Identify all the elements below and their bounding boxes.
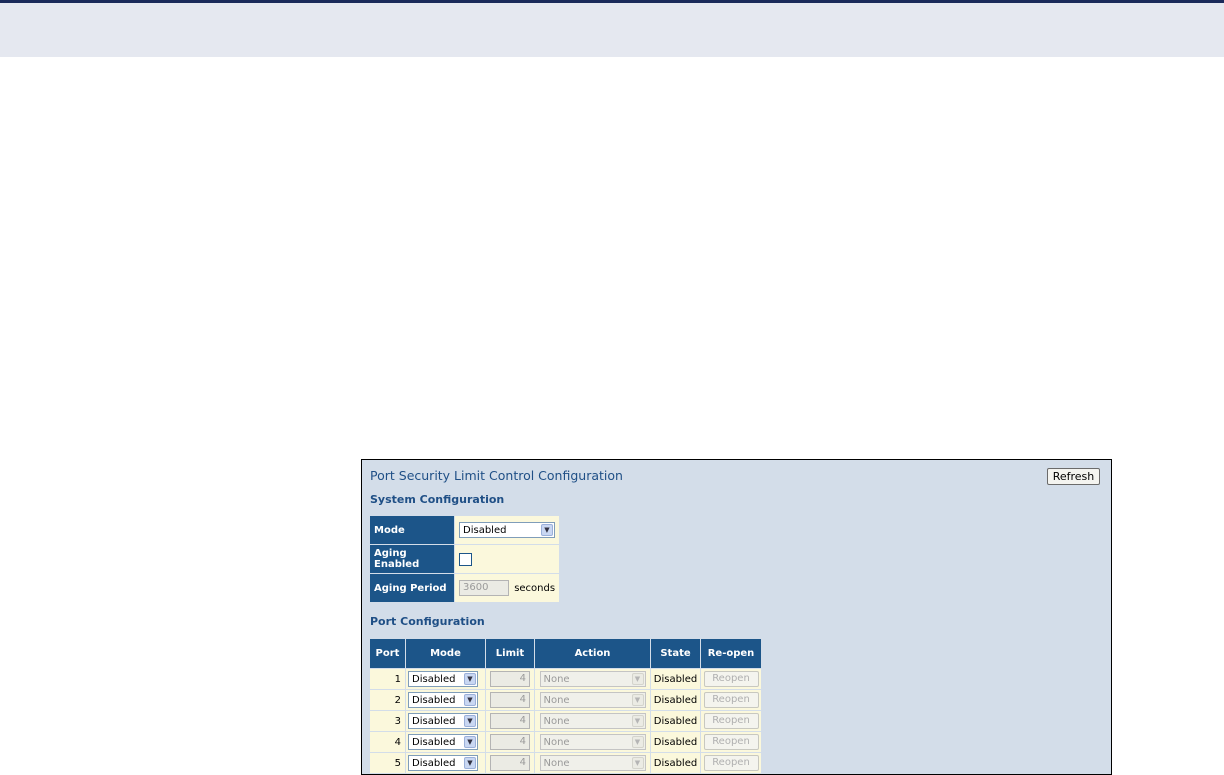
reopen-button[interactable]: Reopen [703,734,759,750]
reopen-button[interactable]: Reopen [703,755,759,771]
port-mode-value: Disabled [412,673,456,685]
col-port: Port [370,639,405,668]
port-config-table: Port Mode Limit Action State Re-open 1 D… [369,638,762,774]
port-config-heading: Port Configuration [370,615,485,628]
chevron-down-icon: ▼ [631,715,644,727]
page-title: Port Security Limit Control Configuratio… [370,468,623,483]
col-reopen: Re-open [701,639,761,668]
system-mode-select[interactable]: Disabled ▼ [459,522,555,538]
port-state: Disabled [651,711,700,731]
port-number: 4 [370,732,405,752]
config-panel: Port Security Limit Control Configuratio… [361,459,1112,775]
port-mode-value: Disabled [412,715,456,727]
port-number: 5 [370,753,405,773]
port-mode-select[interactable]: Disabled ▼ [408,692,478,708]
refresh-button[interactable]: Refresh [1047,468,1100,485]
chevron-down-icon: ▼ [631,757,644,769]
port-limit-input[interactable]: 4 [490,692,530,708]
port-limit-input[interactable]: 4 [490,671,530,687]
aging-period-label: Aging Period [370,574,454,602]
reopen-button[interactable]: Reopen [703,692,759,708]
port-state: Disabled [651,669,700,689]
aging-period-unit: seconds [514,583,556,594]
table-row: 3 Disabled ▼ 4 None ▼ Disabled Reopen [370,711,761,731]
port-action-value: None [543,673,570,685]
col-action: Action [535,639,650,668]
table-row: 5 Disabled ▼ 4 None ▼ Disabled Reopen [370,753,761,773]
aging-period-input[interactable]: 3600 [459,580,509,596]
reopen-button[interactable]: Reopen [703,671,759,687]
table-row: 1 Disabled ▼ 4 None ▼ Disabled Reopen [370,669,761,689]
chevron-down-icon: ▼ [464,673,476,685]
port-state: Disabled [651,732,700,752]
port-mode-value: Disabled [412,694,456,706]
port-action-select[interactable]: None ▼ [539,671,646,687]
col-limit: Limit [486,639,534,668]
port-mode-select[interactable]: Disabled ▼ [408,671,478,687]
col-mode: Mode [406,639,485,668]
port-mode-select[interactable]: Disabled ▼ [408,755,478,771]
port-action-select[interactable]: None ▼ [539,755,646,771]
port-action-value: None [543,757,570,769]
chevron-down-icon: ▼ [464,715,476,727]
port-mode-value: Disabled [412,736,456,748]
chevron-down-icon: ▼ [464,694,476,706]
system-config-heading: System Configuration [370,493,505,506]
port-action-value: None [543,694,570,706]
reopen-button[interactable]: Reopen [703,713,759,729]
mode-label: Mode [370,516,454,544]
port-state: Disabled [651,690,700,710]
chevron-down-icon: ▼ [464,736,476,748]
chevron-down-icon: ▼ [631,736,644,748]
port-action-value: None [543,715,570,727]
port-mode-select[interactable]: Disabled ▼ [408,734,478,750]
port-limit-input[interactable]: 4 [490,713,530,729]
chevron-down-icon: ▼ [631,694,644,706]
table-row: 2 Disabled ▼ 4 None ▼ Disabled Reopen [370,690,761,710]
port-mode-value: Disabled [412,757,456,769]
port-limit-input[interactable]: 4 [490,734,530,750]
table-row: 4 Disabled ▼ 4 None ▼ Disabled Reopen [370,732,761,752]
header-bar [0,0,1224,57]
port-number: 3 [370,711,405,731]
port-action-select[interactable]: None ▼ [539,692,646,708]
col-state: State [651,639,700,668]
chevron-down-icon: ▼ [464,757,476,769]
aging-enabled-label: Aging Enabled [370,545,454,573]
system-mode-value: Disabled [463,524,507,536]
chevron-down-icon: ▼ [541,524,553,536]
port-action-select[interactable]: None ▼ [539,734,646,750]
system-config-table: Mode Disabled ▼ Aging Enabled Aging Peri… [369,515,561,603]
port-number: 2 [370,690,405,710]
port-number: 1 [370,669,405,689]
chevron-down-icon: ▼ [631,673,644,685]
aging-enabled-checkbox[interactable] [459,552,472,566]
port-action-select[interactable]: None ▼ [539,713,646,729]
port-mode-select[interactable]: Disabled ▼ [408,713,478,729]
port-action-value: None [543,736,570,748]
port-state: Disabled [651,753,700,773]
port-limit-input[interactable]: 4 [490,755,530,771]
